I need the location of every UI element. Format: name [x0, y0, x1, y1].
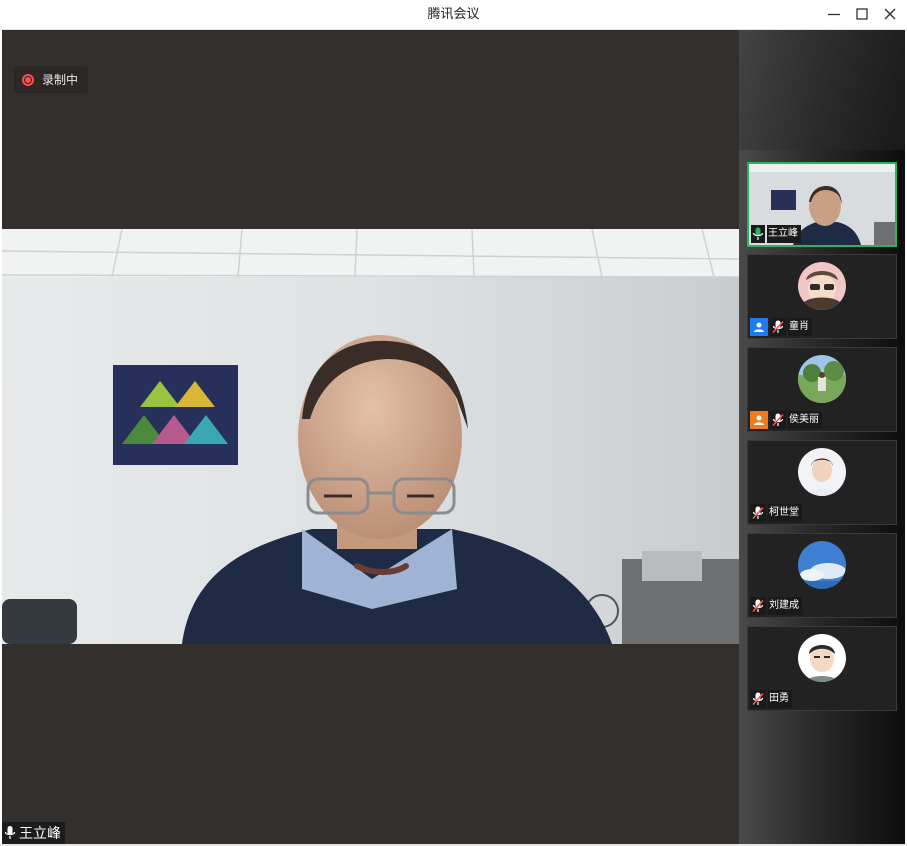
- sidebar-top-fade: [739, 30, 905, 150]
- microphone-icon: [4, 826, 16, 839]
- sky-photo-avatar: [798, 541, 846, 589]
- participant-tile-wang-lifeng[interactable]: 王立峰: [747, 162, 897, 247]
- recording-icon: [22, 73, 34, 86]
- participant-label: 田勇: [750, 690, 792, 708]
- close-icon: [884, 8, 896, 20]
- participant-tile-ke-shitang[interactable]: 柯世堂: [747, 440, 897, 525]
- speaker-video-frame: [2, 229, 739, 644]
- speaker-video: [2, 229, 739, 644]
- participant-name: 柯世堂: [768, 504, 802, 522]
- portrait-photo-avatar: [798, 448, 846, 496]
- close-button[interactable]: [879, 5, 901, 25]
- maximize-button[interactable]: [851, 5, 873, 25]
- cohost-badge-icon: [750, 411, 768, 429]
- participant-label: 王立峰: [751, 225, 801, 243]
- recording-label: 录制中: [42, 73, 79, 87]
- speaker-name: 王立峰: [19, 826, 61, 842]
- participant-name: 田勇: [768, 690, 792, 708]
- host-badge-icon: [750, 318, 768, 336]
- mic-muted-icon: [770, 411, 786, 429]
- minimize-icon: [828, 13, 840, 16]
- mic-on-icon: [751, 225, 765, 243]
- mic-muted-icon: [750, 597, 766, 615]
- participant-label: 童肖: [750, 318, 812, 336]
- recording-indicator[interactable]: 录制中: [14, 66, 89, 93]
- window-title: 腾讯会议: [427, 7, 480, 22]
- participant-tile-tong-xiao[interactable]: 童肖: [747, 254, 897, 339]
- participant-label: 刘建成: [750, 597, 802, 615]
- outdoor-photo-avatar: [798, 355, 846, 403]
- participant-tile-tian-yong[interactable]: 田勇: [747, 626, 897, 711]
- cartoon-boy-avatar: [798, 634, 846, 682]
- participant-name: 童肖: [788, 318, 812, 336]
- maximize-icon: [856, 8, 868, 20]
- participant-name: 刘建成: [768, 597, 802, 615]
- participant-tile-liu-jiancheng[interactable]: 刘建成: [747, 533, 897, 618]
- participant-label: 侯美丽: [750, 411, 822, 429]
- participant-name: 侯美丽: [788, 411, 822, 429]
- participant-gallery: 王立峰 童肖 侯美丽 柯世堂 刘建成 田勇: [739, 30, 905, 844]
- participant-name: 王立峰: [767, 225, 801, 243]
- cartoon-girl-avatar: [798, 262, 846, 310]
- mic-muted-icon: [750, 504, 766, 522]
- minimize-button[interactable]: [823, 5, 845, 25]
- window-titlebar: 腾讯会议: [0, 0, 907, 30]
- speaker-name-bar: 王立峰: [2, 822, 65, 844]
- mic-muted-icon: [770, 318, 786, 336]
- participant-label: 柯世堂: [750, 504, 802, 522]
- main-video-stage[interactable]: 录制中 王立峰: [2, 30, 739, 844]
- participant-tile-hou-meili[interactable]: 侯美丽: [747, 347, 897, 432]
- mic-muted-icon: [750, 690, 766, 708]
